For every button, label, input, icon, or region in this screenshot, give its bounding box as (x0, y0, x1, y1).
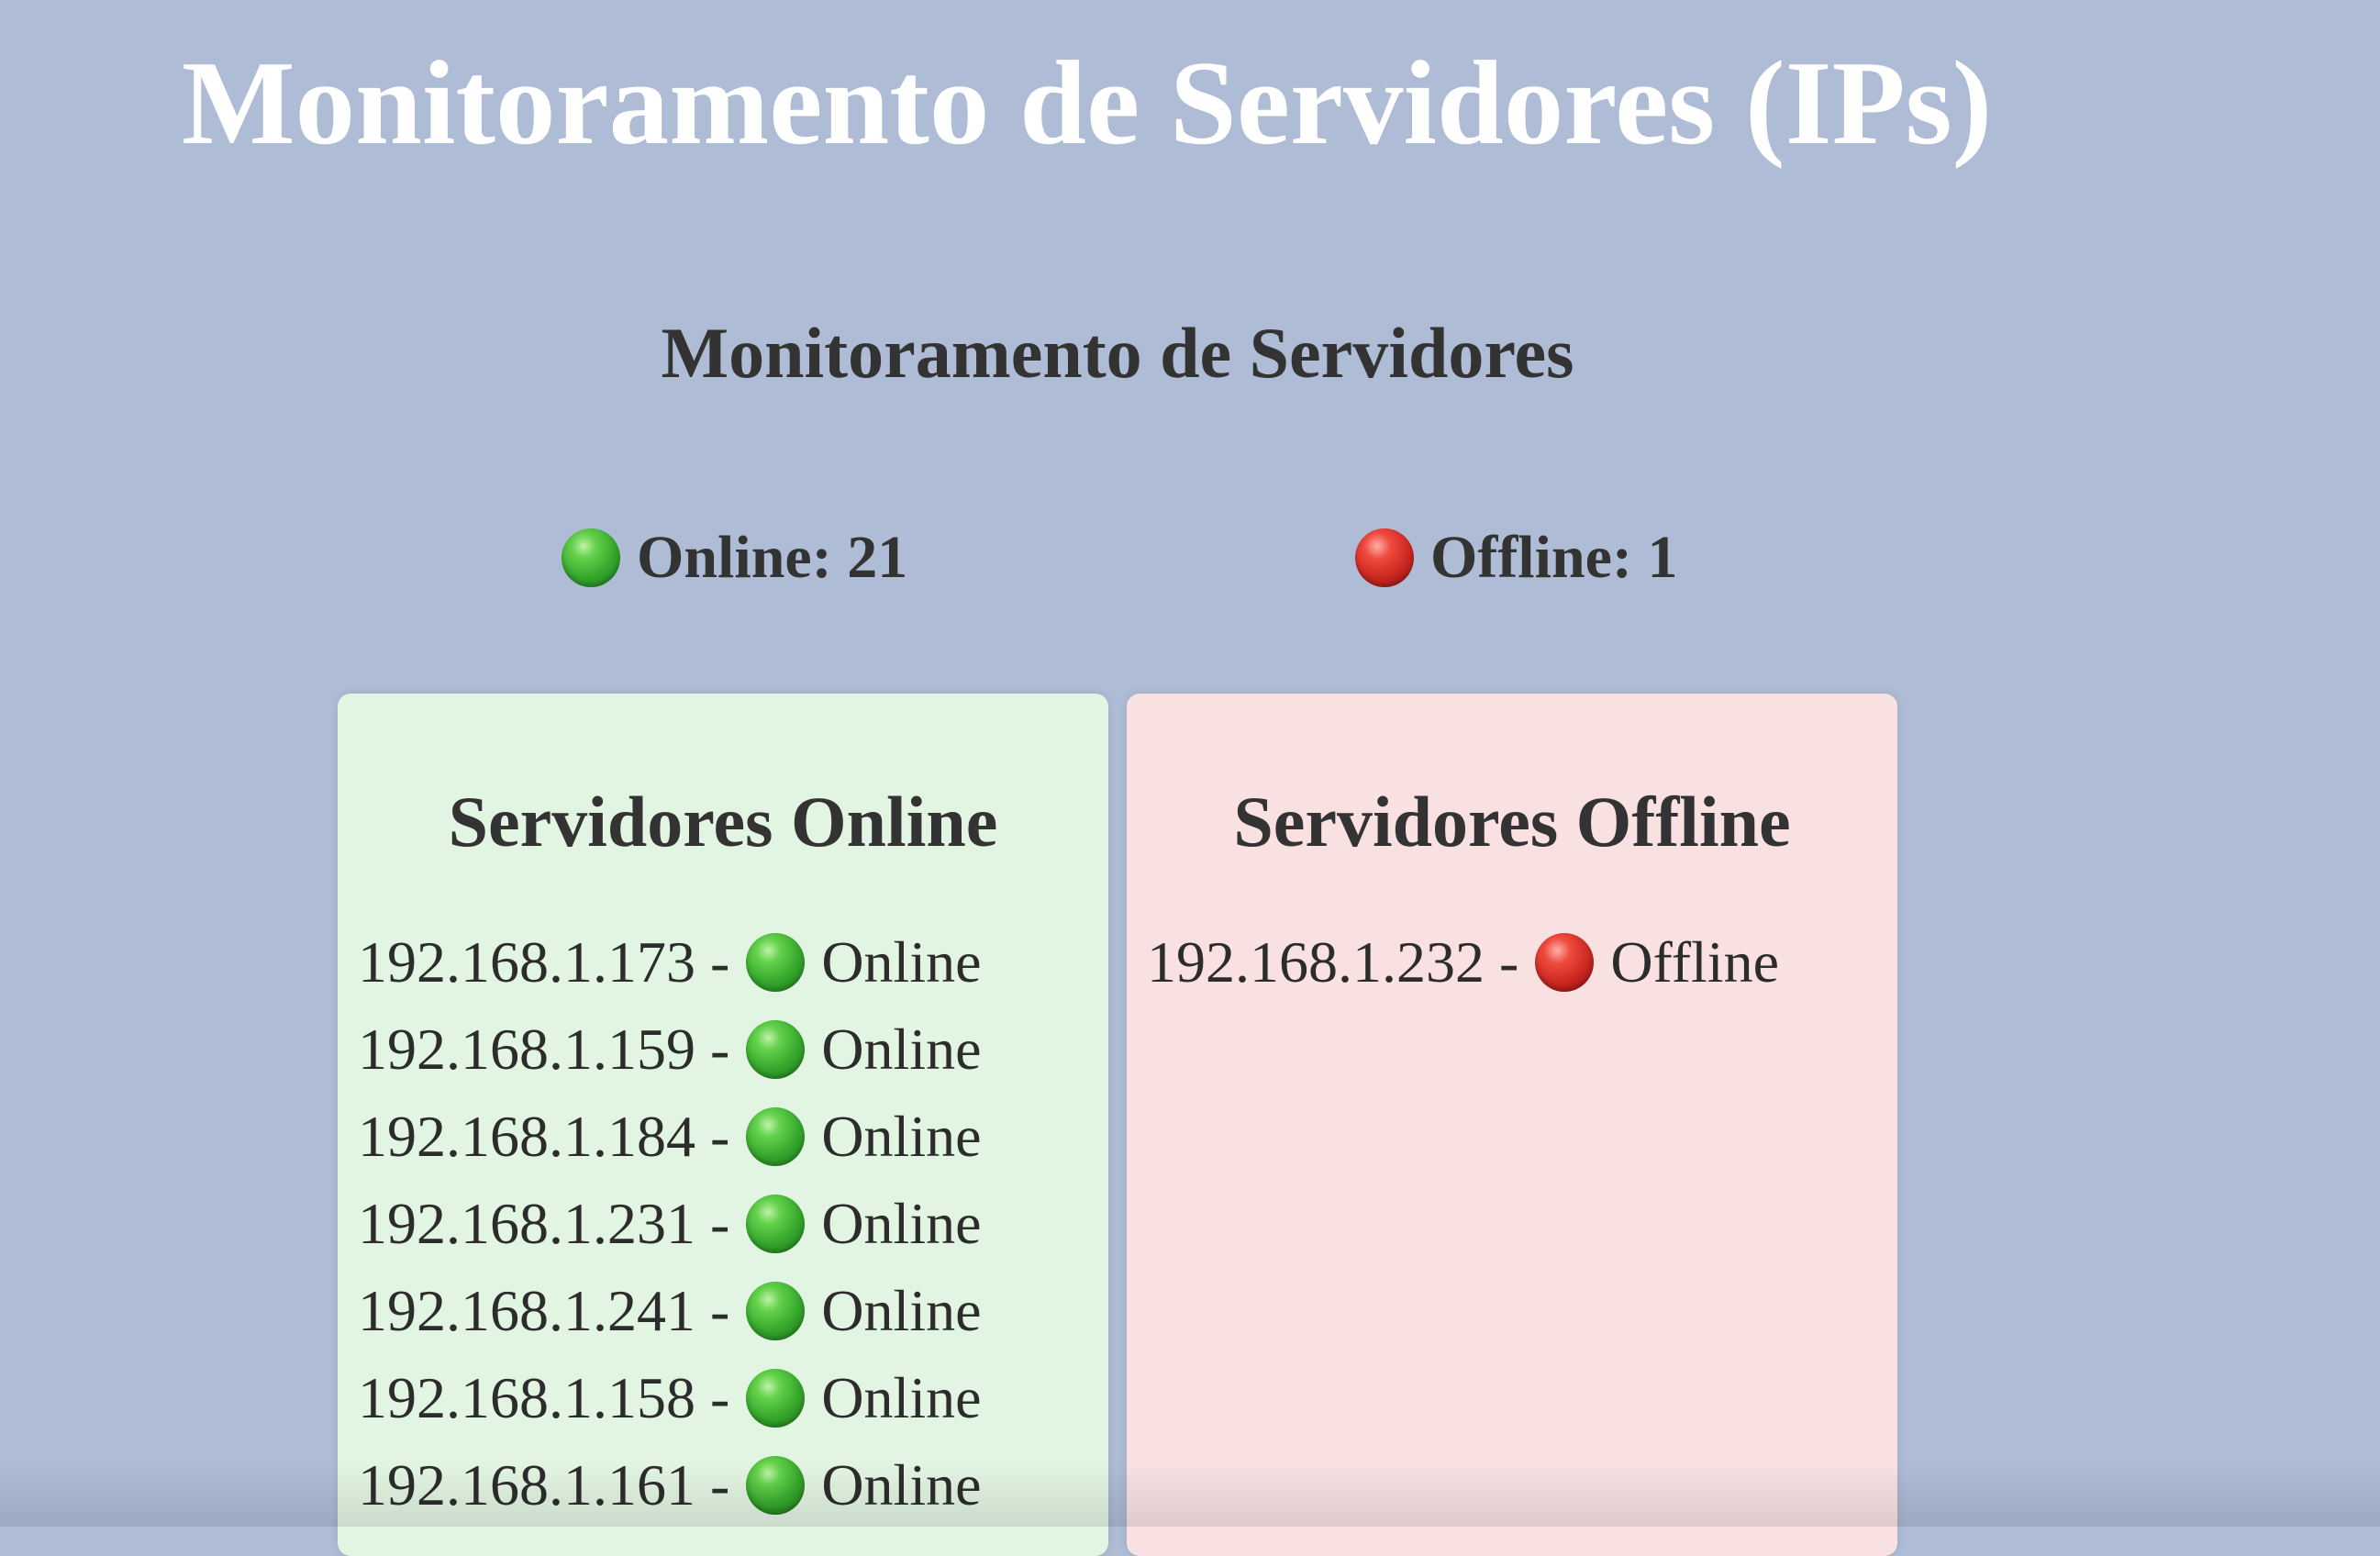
server-ip: 192.168.1.159 - (358, 1016, 730, 1082)
server-status: Online (821, 1364, 982, 1430)
server-item: 192.168.1.232 - Offline (1147, 918, 1779, 1006)
online-count-label: Online: 21 (637, 524, 908, 591)
server-item: 192.168.1.241 - Online (358, 1267, 982, 1354)
server-ip: 192.168.1.241 - (358, 1277, 730, 1343)
offline-count-summary: Offline: 1 (1355, 521, 1677, 595)
server-status: Online (821, 1190, 982, 1256)
green-circle-icon (746, 1194, 806, 1253)
server-status: Online (821, 928, 982, 995)
server-ip: 192.168.1.231 - (358, 1190, 730, 1256)
server-status: Online (821, 1016, 982, 1082)
server-ip: 192.168.1.173 - (358, 928, 730, 995)
green-circle-icon (562, 528, 620, 587)
server-item: 192.168.1.158 - Online (358, 1354, 982, 1441)
green-circle-icon (746, 1019, 806, 1079)
server-ip: 192.168.1.184 - (358, 1103, 730, 1169)
server-ip: 192.168.1.158 - (358, 1364, 730, 1430)
online-panel-title: Servidores Online (448, 782, 998, 861)
green-circle-icon (746, 932, 806, 992)
offline-panel-title: Servidores Offline (1233, 782, 1791, 861)
offline-count-label: Offline: 1 (1430, 524, 1678, 591)
offline-server-list: 192.168.1.232 - Offline (1147, 918, 1779, 1006)
server-item: 192.168.1.231 - Online (358, 1180, 982, 1267)
offline-servers-panel: Servidores Offline 192.168.1.232 - Offli… (1127, 694, 1897, 1556)
section-title: Monitoramento de Servidores (661, 313, 1574, 393)
server-item: 192.168.1.184 - Online (358, 1093, 982, 1180)
server-ip: 192.168.1.232 - (1147, 928, 1519, 995)
online-servers-panel: Servidores Online 192.168.1.173 - Online… (338, 694, 1108, 1556)
server-status: Online (821, 1277, 982, 1343)
server-item: 192.168.1.159 - Online (358, 1006, 982, 1093)
online-server-list: 192.168.1.173 - Online 192.168.1.159 - O… (358, 918, 982, 1528)
online-count-summary: Online: 21 (562, 521, 907, 595)
green-circle-icon (746, 1281, 806, 1340)
page-title: Monitoramento de Servidores (IPs) (182, 37, 1993, 170)
red-circle-icon (1535, 932, 1595, 992)
server-status: Online (821, 1103, 982, 1169)
green-circle-icon (746, 1455, 806, 1515)
server-item: 192.168.1.173 - Online (358, 918, 982, 1006)
server-status: Online (821, 1451, 982, 1517)
server-item: 192.168.1.161 - Online (358, 1441, 982, 1528)
red-circle-icon (1355, 528, 1414, 587)
server-ip: 192.168.1.161 - (358, 1451, 730, 1517)
green-circle-icon (746, 1368, 806, 1428)
green-circle-icon (746, 1106, 806, 1166)
server-status: Offline (1610, 928, 1779, 995)
